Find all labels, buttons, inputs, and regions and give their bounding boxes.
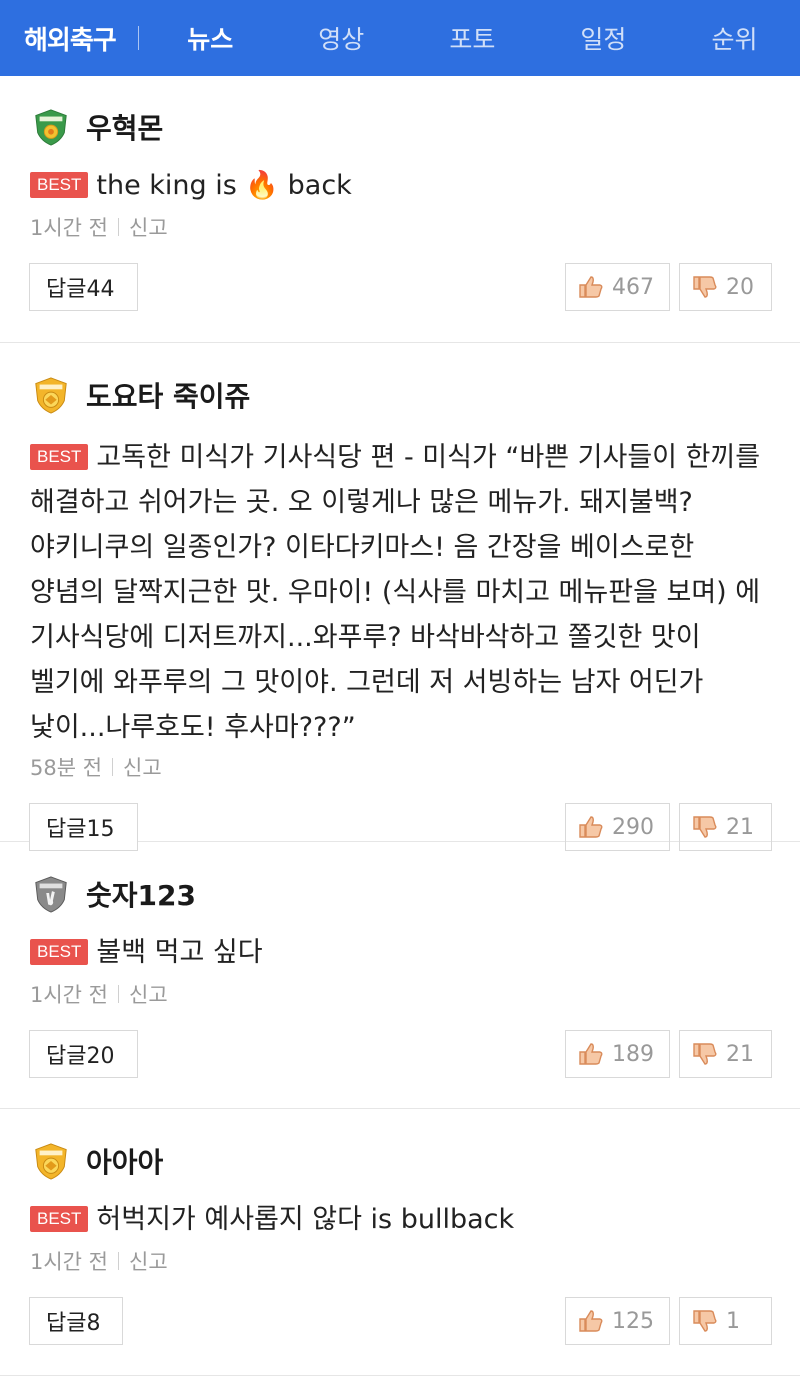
- dislike-count: 21: [726, 814, 754, 840]
- dislike-button[interactable]: 1: [679, 1297, 772, 1345]
- meta-divider: [118, 1252, 119, 1270]
- dislike-count: 21: [726, 1041, 754, 1067]
- best-badge: BEST: [30, 444, 89, 470]
- report-link[interactable]: 신고: [129, 979, 168, 1009]
- reply-button[interactable]: 답글8: [29, 1297, 123, 1345]
- comment-text: BEST 고독한 미식가 기사식당 편 - 미식가 “바쁜 기사들이 한끼를 해결…: [30, 435, 770, 750]
- comment-item: 도요타 죽이쥬 BEST 고독한 미식가 기사식당 편 - 미식가 “바쁜 기사들…: [0, 343, 800, 851]
- best-badge: BEST: [30, 1206, 89, 1232]
- comment-item: 숫자123 BEST 불백 먹고 싶다 1시간 전 신고 답글20 189 21: [0, 842, 800, 1109]
- like-button[interactable]: 189: [565, 1030, 670, 1078]
- report-link[interactable]: 신고: [123, 752, 162, 782]
- username[interactable]: 우혁몬: [86, 107, 163, 147]
- amateur-badge-icon: [35, 109, 67, 146]
- thumbs-up-icon: [579, 1043, 603, 1065]
- report-link[interactable]: 신고: [129, 212, 168, 242]
- comment-text-part: the king is: [96, 170, 246, 201]
- rookie-badge-icon: [35, 876, 67, 913]
- reply-button[interactable]: 답글20: [29, 1030, 138, 1078]
- tab-schedule[interactable]: 일정: [538, 20, 669, 56]
- like-button[interactable]: 467: [565, 263, 670, 311]
- thumbs-down-icon: [693, 816, 717, 838]
- comment-text-part: 불백 먹고 싶다: [96, 937, 263, 968]
- like-count: 125: [612, 1308, 654, 1334]
- comment-item: 우혁몬 BEST the king is 🔥 back 1시간 전 신고 답글44…: [0, 76, 800, 343]
- tab-ranking[interactable]: 순위: [669, 20, 800, 56]
- thumbs-down-icon: [693, 276, 717, 298]
- reply-button[interactable]: 답글44: [29, 263, 138, 311]
- meta-divider: [118, 985, 119, 1003]
- username[interactable]: 도요타 죽이쥬: [86, 375, 250, 415]
- master-badge-icon: [35, 1143, 67, 1180]
- meta-divider: [112, 758, 114, 776]
- comment-text: BEST 허벅지가 예사롭지 않다 is bullback: [30, 1200, 770, 1240]
- timestamp: 58분 전: [30, 756, 103, 780]
- top-nav-bar: 해외축구 뉴스 영상 포토 일정 순위: [0, 0, 800, 76]
- section-title[interactable]: 해외축구: [24, 20, 117, 57]
- timestamp: 1시간 전: [30, 1250, 108, 1274]
- thumbs-up-icon: [579, 816, 603, 838]
- dislike-button[interactable]: 20: [679, 263, 772, 311]
- thumbs-up-icon: [579, 1310, 603, 1332]
- comment-text-part: 허벅지가 예사롭지 않다 is bullback: [96, 1204, 515, 1235]
- comment-text-part: 고독한 미식가 기사식당 편 - 미식가 “바쁜 기사들이 한끼를 해결하고 쉬…: [30, 442, 761, 743]
- comment-item: 아아아 BEST 허벅지가 예사롭지 않다 is bullback 1시간 전 신…: [0, 1109, 800, 1376]
- thumbs-up-icon: [579, 276, 603, 298]
- nav-divider: [137, 26, 139, 50]
- like-button[interactable]: 125: [565, 1297, 670, 1345]
- fire-emoji-icon: 🔥: [245, 170, 280, 201]
- dislike-button[interactable]: 21: [679, 1030, 772, 1078]
- tab-video[interactable]: 영상: [276, 20, 407, 56]
- like-count: 467: [612, 274, 654, 300]
- comment-text: BEST the king is 🔥 back: [30, 166, 770, 206]
- like-count: 290: [612, 814, 654, 840]
- master-badge-icon: [35, 377, 67, 414]
- username[interactable]: 아아아: [86, 1141, 163, 1181]
- username[interactable]: 숫자123: [86, 874, 196, 914]
- best-badge: BEST: [30, 172, 89, 198]
- dislike-count: 1: [726, 1308, 740, 1334]
- timestamp: 1시간 전: [30, 216, 108, 240]
- thumbs-down-icon: [693, 1043, 717, 1065]
- like-count: 189: [612, 1041, 654, 1067]
- best-badge: BEST: [30, 939, 89, 965]
- nav-tabs: 뉴스 영상 포토 일정 순위: [145, 20, 800, 56]
- comment-text-part: back: [279, 170, 352, 201]
- tab-photo[interactable]: 포토: [407, 20, 538, 56]
- thumbs-down-icon: [693, 1310, 717, 1332]
- timestamp: 1시간 전: [30, 983, 108, 1007]
- tab-news[interactable]: 뉴스: [145, 20, 276, 56]
- dislike-count: 20: [726, 274, 754, 300]
- report-link[interactable]: 신고: [129, 1246, 168, 1276]
- comment-text: BEST 불백 먹고 싶다: [30, 933, 770, 973]
- meta-divider: [118, 218, 119, 236]
